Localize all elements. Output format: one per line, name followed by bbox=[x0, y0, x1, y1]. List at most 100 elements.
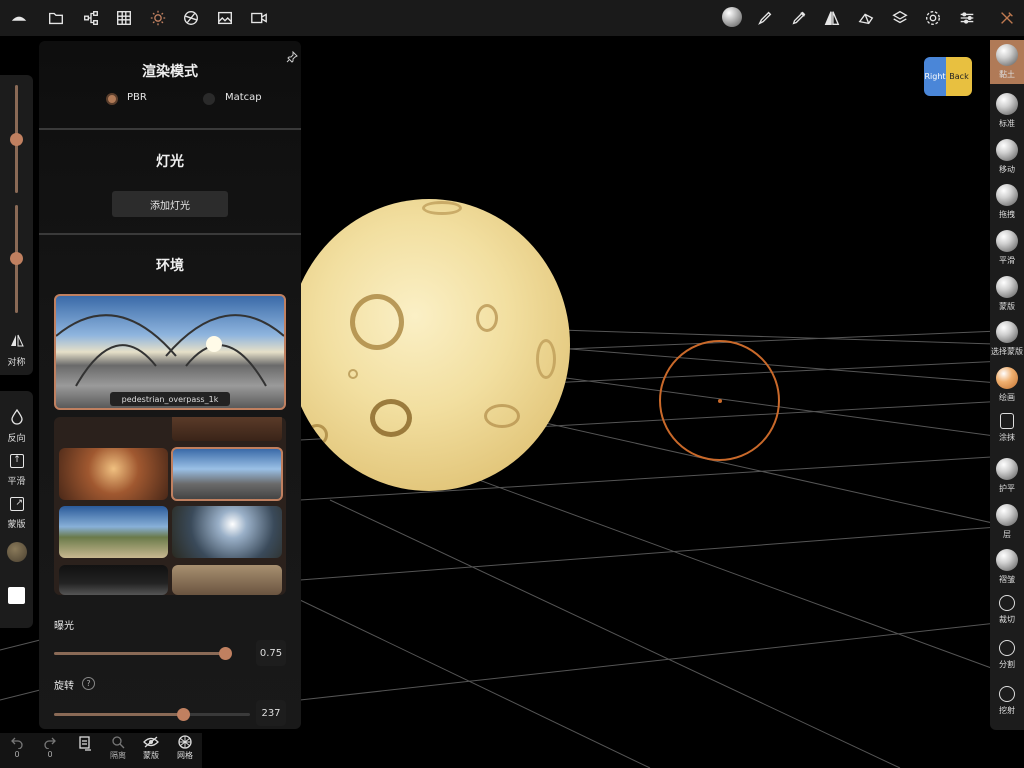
environment-thumb[interactable] bbox=[172, 506, 282, 558]
rotation-slider[interactable] bbox=[54, 713, 250, 716]
brush-intensity-knob[interactable] bbox=[10, 252, 23, 265]
section-divider bbox=[39, 233, 301, 235]
selected-environment-preview[interactable]: pedestrian_overpass_1k bbox=[54, 294, 286, 410]
tool-label: 挖射 bbox=[999, 706, 1015, 715]
tool-button[interactable]: 挖射 bbox=[990, 682, 1024, 726]
tool-icon bbox=[996, 44, 1018, 66]
grid-icon[interactable] bbox=[114, 8, 134, 28]
symmetry-icon[interactable] bbox=[10, 333, 24, 347]
tool-button[interactable]: 褶皱 bbox=[990, 545, 1024, 589]
rotation-value[interactable]: 237 bbox=[256, 700, 286, 726]
tool-icon bbox=[999, 686, 1015, 702]
tool-icon bbox=[999, 640, 1015, 656]
environment-thumb[interactable] bbox=[171, 447, 283, 501]
environment-grid[interactable] bbox=[54, 417, 286, 595]
view-cube[interactable]: Right Back bbox=[924, 57, 972, 96]
environment-thumb[interactable] bbox=[59, 506, 168, 558]
undo-button[interactable]: 0 bbox=[0, 735, 34, 767]
pin-icon[interactable] bbox=[286, 48, 298, 63]
tool-label: 移动 bbox=[999, 165, 1015, 174]
invert-icon[interactable] bbox=[10, 408, 24, 425]
folder-icon[interactable] bbox=[46, 8, 66, 28]
tool-button[interactable]: 分割 bbox=[990, 636, 1024, 680]
tool-icon bbox=[1000, 413, 1014, 429]
tool-button[interactable]: 拖拽 bbox=[990, 180, 1024, 224]
tool-button[interactable]: 绘画 bbox=[990, 363, 1024, 407]
redo-button[interactable]: 0 bbox=[33, 735, 67, 767]
bottom-toolbar: 0 0 隔离 蒙版 网格 bbox=[0, 733, 202, 768]
tool-icon bbox=[996, 367, 1018, 389]
tool-button[interactable]: 层 bbox=[990, 500, 1024, 544]
tool-icon bbox=[996, 549, 1018, 571]
exposure-slider[interactable] bbox=[54, 652, 231, 655]
mask-visibility-button[interactable]: 蒙版 bbox=[134, 735, 168, 767]
left-brush-panel: 对称 bbox=[0, 75, 33, 375]
matcap-sphere-icon[interactable] bbox=[722, 7, 742, 27]
exposure-label: 曝光 bbox=[54, 621, 74, 632]
environment-thumb[interactable] bbox=[172, 565, 282, 595]
symmetry-icon[interactable] bbox=[822, 8, 842, 28]
wireframe-button[interactable]: 网格 bbox=[168, 735, 202, 767]
tool-label: 标准 bbox=[999, 119, 1015, 128]
tools-icon[interactable] bbox=[997, 8, 1017, 28]
brush-icon[interactable] bbox=[755, 8, 775, 28]
scene-tree-icon[interactable] bbox=[81, 8, 101, 28]
tool-button[interactable]: 涂抹 bbox=[990, 409, 1024, 453]
render-mode-title: 渲染模式 bbox=[142, 64, 198, 80]
matcap-radio[interactable] bbox=[203, 93, 215, 105]
scene-list-button[interactable] bbox=[68, 735, 102, 767]
color-swatch[interactable] bbox=[8, 587, 25, 604]
view-cube-back-face[interactable]: Back bbox=[946, 57, 972, 96]
tool-icon bbox=[996, 321, 1018, 343]
tool-label: 绘画 bbox=[999, 393, 1015, 402]
environment-thumb[interactable] bbox=[59, 565, 168, 595]
matcap-label[interactable]: Matcap bbox=[225, 92, 262, 103]
tool-label: 选择蒙版 bbox=[991, 347, 1023, 356]
video-icon[interactable] bbox=[249, 8, 269, 28]
mask-icon[interactable]: ↗ bbox=[10, 497, 24, 511]
invert-label: 反向 bbox=[7, 434, 26, 444]
symmetry-label: 对称 bbox=[7, 358, 26, 368]
rotation-knob[interactable] bbox=[177, 708, 190, 721]
redo-count: 0 bbox=[47, 750, 53, 759]
settings-icon[interactable] bbox=[923, 8, 943, 28]
tool-icon bbox=[996, 504, 1018, 526]
tool-button[interactable]: 标准 bbox=[990, 89, 1024, 133]
material-color-swatch[interactable] bbox=[7, 542, 27, 562]
tool-icon bbox=[996, 276, 1018, 298]
tool-button[interactable]: 黏土 bbox=[990, 40, 1024, 84]
light-icon[interactable] bbox=[148, 8, 168, 28]
tool-icon bbox=[996, 458, 1018, 480]
environment-thumb[interactable] bbox=[172, 417, 282, 441]
sliders-icon[interactable] bbox=[957, 8, 977, 28]
isolate-label: 隔离 bbox=[110, 751, 126, 760]
pen-tool-icon[interactable] bbox=[789, 8, 809, 28]
pbr-radio[interactable] bbox=[106, 93, 118, 105]
tool-button[interactable]: 护平 bbox=[990, 454, 1024, 498]
smooth-label: 平滑 bbox=[7, 477, 26, 487]
tool-button[interactable]: 蒙版 bbox=[990, 272, 1024, 316]
help-icon[interactable]: ? bbox=[82, 677, 95, 690]
add-light-button[interactable]: 添加灯光 bbox=[112, 191, 228, 217]
brush-radius-knob[interactable] bbox=[10, 133, 23, 146]
tool-button[interactable]: 移动 bbox=[990, 135, 1024, 179]
sculpt-sphere[interactable] bbox=[288, 199, 570, 491]
tool-label: 黏土 bbox=[999, 70, 1015, 79]
retopo-icon[interactable] bbox=[856, 8, 876, 28]
view-cube-right-face[interactable]: Right bbox=[924, 57, 946, 96]
exposure-value[interactable]: 0.75 bbox=[256, 640, 286, 666]
app-logo-icon[interactable] bbox=[9, 8, 29, 28]
image-icon[interactable] bbox=[215, 8, 235, 28]
tool-button[interactable]: 裁切 bbox=[990, 591, 1024, 635]
smooth-icon[interactable]: ↑ bbox=[10, 454, 24, 468]
material-icon[interactable] bbox=[181, 8, 201, 28]
isolate-button[interactable]: 隔离 bbox=[101, 735, 135, 767]
exposure-knob[interactable] bbox=[219, 647, 232, 660]
tool-button[interactable]: 选择蒙版 bbox=[990, 317, 1024, 361]
environment-thumb[interactable] bbox=[59, 448, 168, 500]
tool-icon bbox=[996, 139, 1018, 161]
tool-button[interactable]: 平滑 bbox=[990, 226, 1024, 270]
layers-icon[interactable] bbox=[890, 8, 910, 28]
mask-label: 蒙版 bbox=[7, 520, 26, 530]
pbr-label[interactable]: PBR bbox=[127, 92, 147, 103]
